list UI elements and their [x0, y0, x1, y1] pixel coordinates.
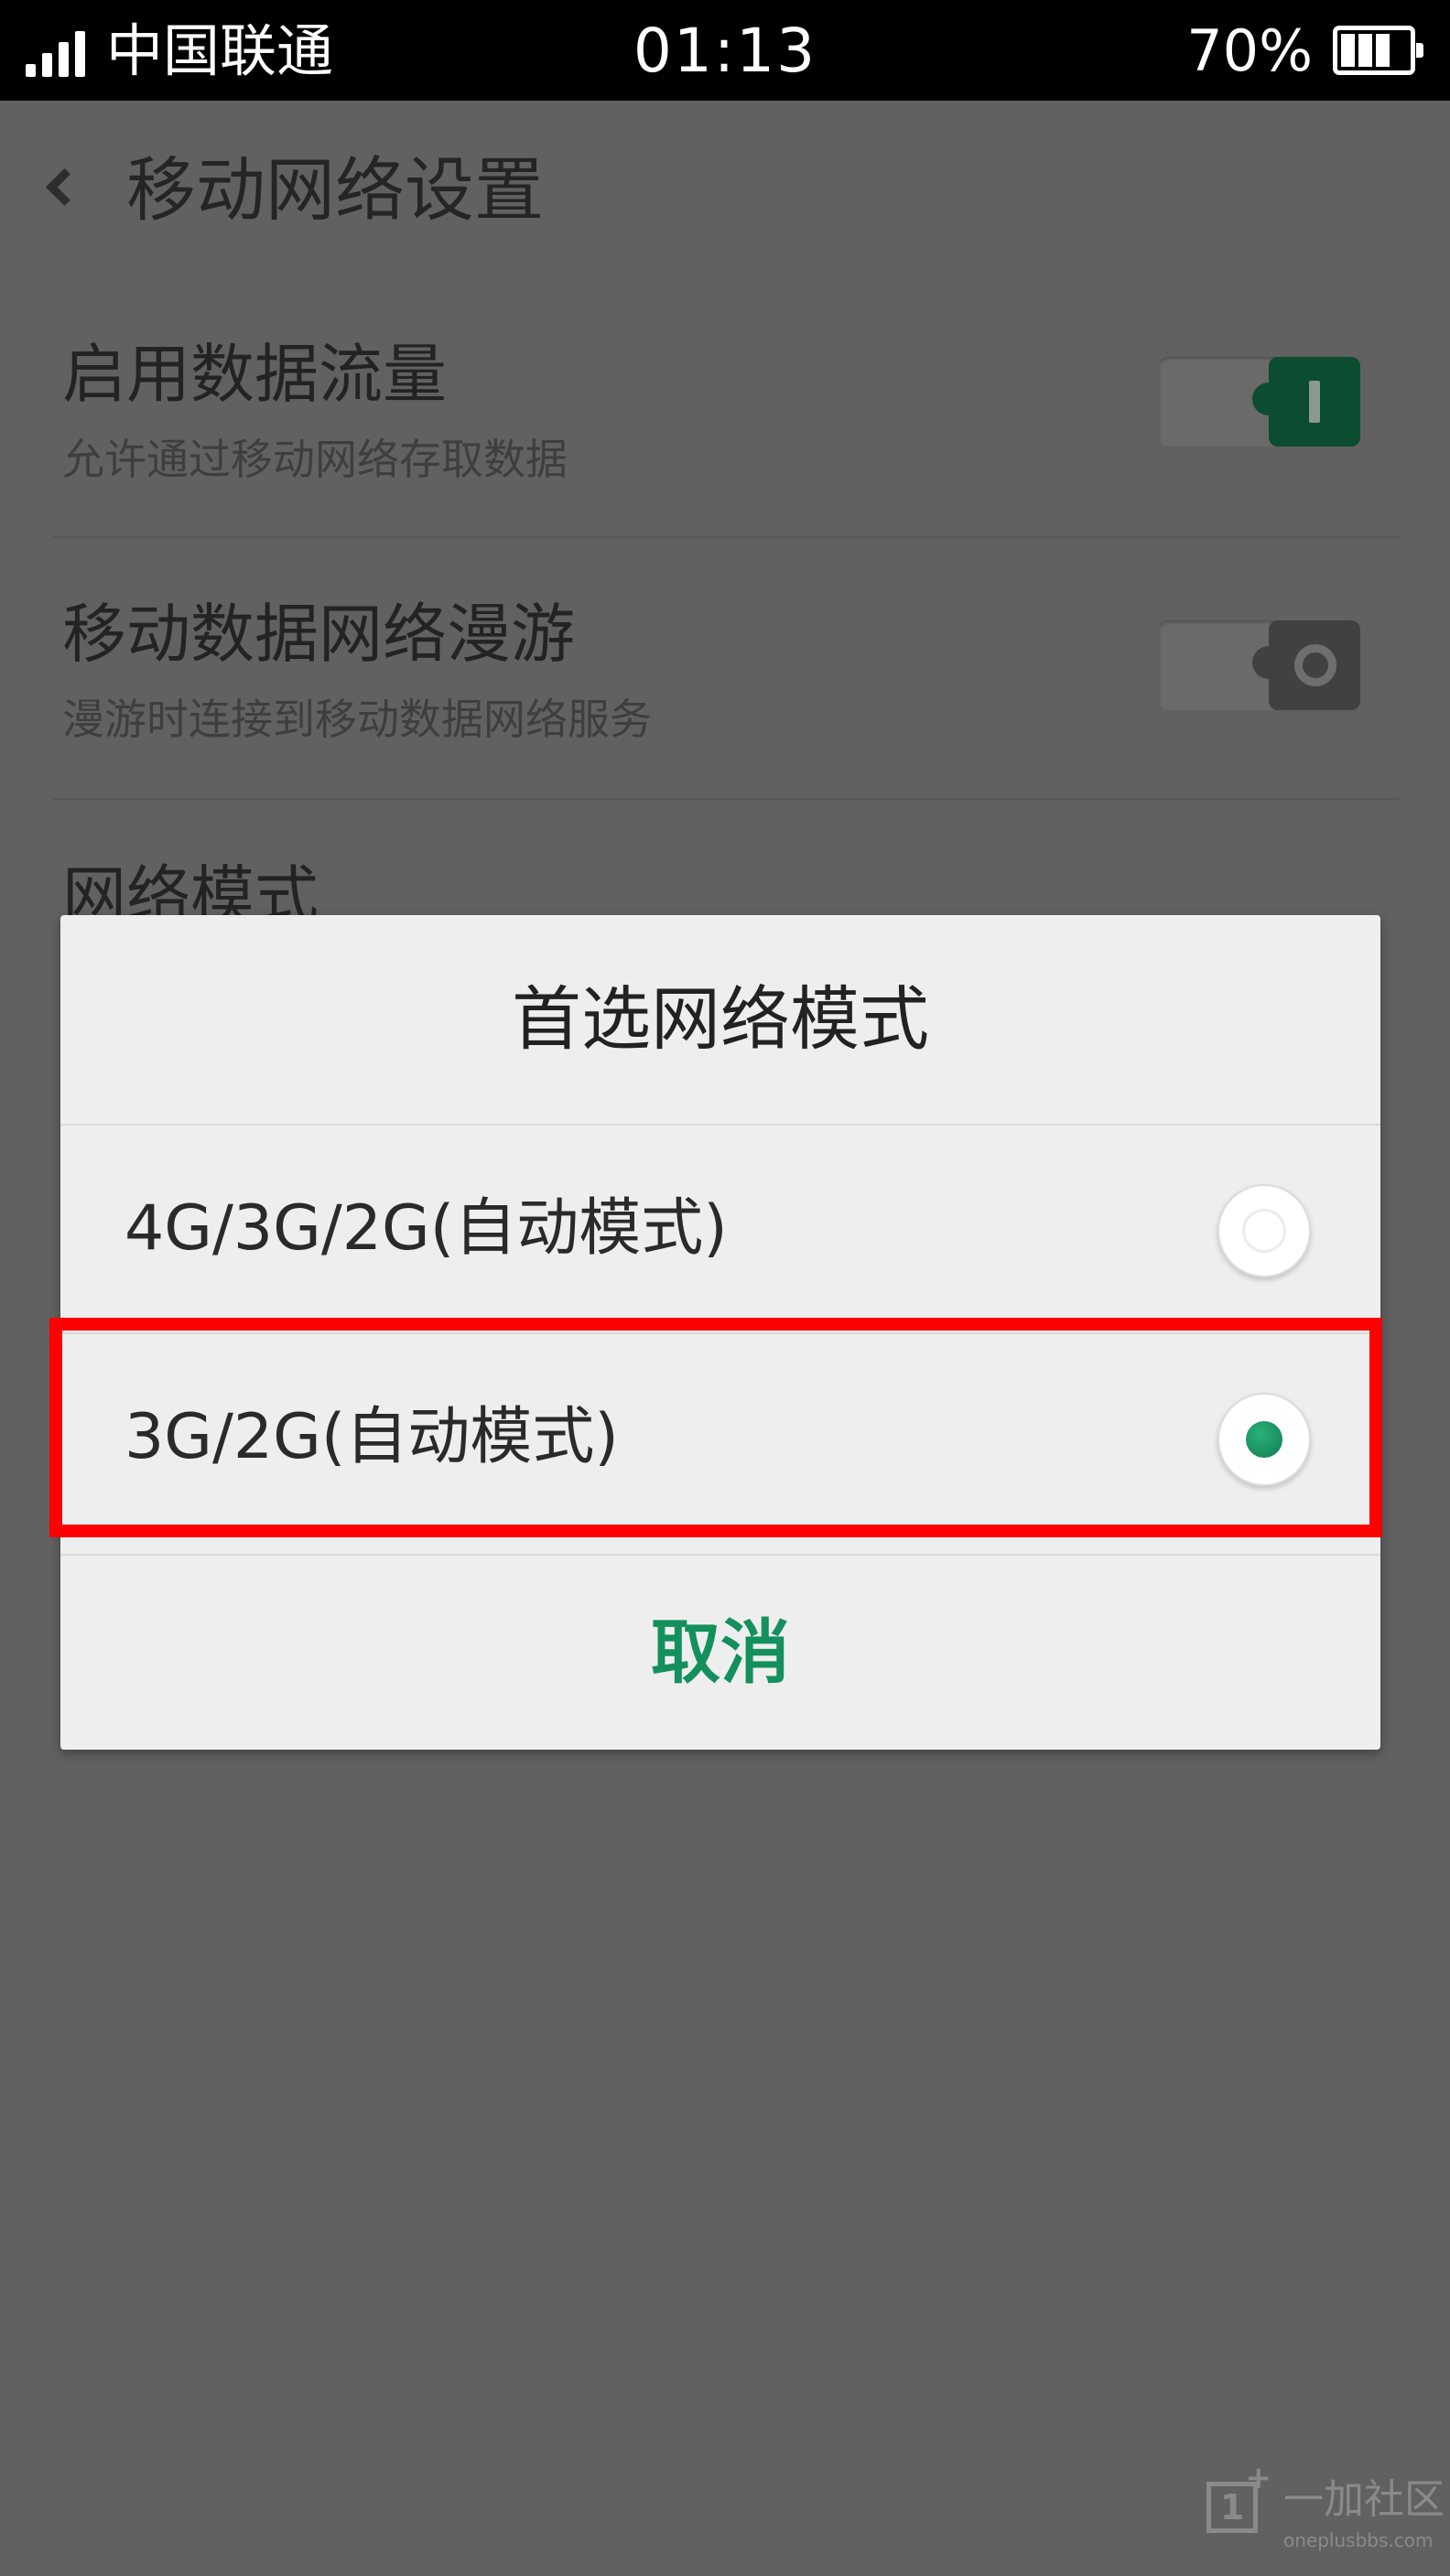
data-roaming-toggle[interactable]: [1159, 620, 1360, 714]
setting-item-title: 启用数据流量: [62, 337, 447, 412]
radio-unchecked-icon[interactable]: [1217, 1184, 1311, 1277]
setting-item-title: 移动数据网络漫游: [62, 597, 575, 672]
setting-item-mobile-data[interactable]: 启用数据流量 允许通过移动网络存取数据: [0, 278, 1450, 536]
battery-level-fill: [1341, 34, 1390, 67]
watermark-text: 一加社区: [1283, 2476, 1445, 2523]
page-title: 移动网络设置: [126, 149, 544, 231]
battery-percent: 70%: [1186, 17, 1313, 84]
setting-item-subtitle: 允许通过移动网络存取数据: [62, 435, 568, 484]
back-icon[interactable]: [45, 167, 84, 207]
mobile-data-toggle[interactable]: [1159, 357, 1360, 450]
setting-item-data-roaming[interactable]: 移动数据网络漫游 漫游时连接到移动数据网络服务: [0, 538, 1450, 800]
status-bar: 中国联通 01:13 70%: [0, 0, 1450, 101]
setting-item-subtitle: 漫游时连接到移动数据网络服务: [62, 695, 652, 744]
watermark-domain: oneplusbbs.com: [1283, 2529, 1434, 2551]
battery-icon: [1333, 26, 1423, 75]
cancel-button[interactable]: 取消: [60, 1556, 1380, 1750]
app-header: 移动网络设置: [0, 101, 1450, 278]
option-4g-3g-2g-auto[interactable]: 4G/3G/2G(自动模式): [60, 1126, 1380, 1332]
highlight-annotation-box: [49, 1318, 1382, 1537]
dialog-title: 首选网络模式: [512, 978, 929, 1060]
option-label: 4G/3G/2G(自动模式): [124, 1192, 728, 1265]
oneplus-logo-icon: [1207, 2463, 1271, 2533]
oneplus-watermark: 一加社区 oneplusbbs.com: [1207, 2463, 1445, 2560]
